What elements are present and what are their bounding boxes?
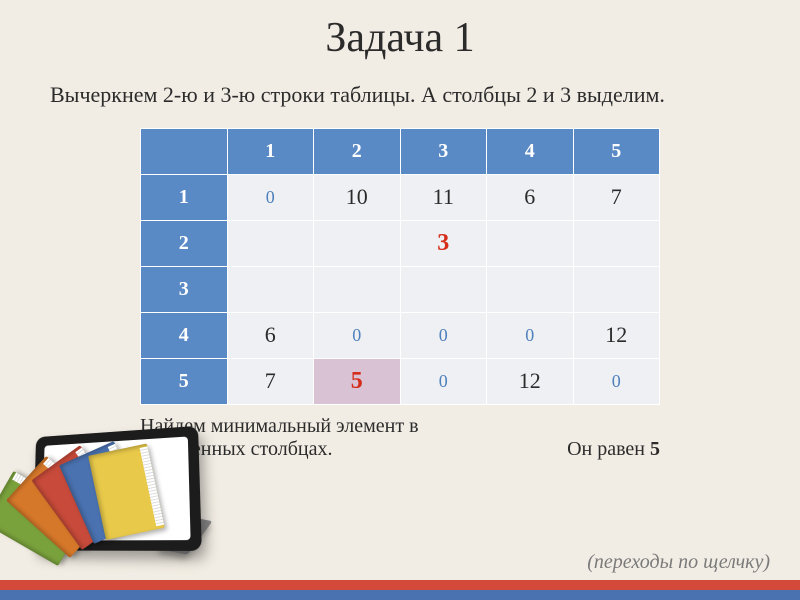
column-header: 3	[400, 128, 487, 174]
row-header: 1	[141, 174, 228, 220]
table-cell	[314, 220, 401, 266]
table-cell: 0	[487, 312, 574, 358]
tablet-books-illustration	[18, 420, 208, 570]
row-header: 5	[141, 358, 228, 404]
table-cell	[227, 220, 314, 266]
table-cell	[400, 266, 487, 312]
row-header: 4	[141, 312, 228, 358]
column-header: 5	[573, 128, 660, 174]
table-cell: 0	[573, 358, 660, 404]
table-cell	[573, 266, 660, 312]
table-corner	[141, 128, 228, 174]
decorative-bar-blue	[0, 590, 800, 600]
decorative-bar-red	[0, 580, 800, 590]
table-cell: 11	[400, 174, 487, 220]
table-cell: 5	[314, 358, 401, 404]
table-cell: 0	[227, 174, 314, 220]
column-header: 2	[314, 128, 401, 174]
column-header: 1	[227, 128, 314, 174]
table-cell: 12	[487, 358, 574, 404]
table-cell: 7	[227, 358, 314, 404]
table-cell: 7	[573, 174, 660, 220]
table-cell: 6	[227, 312, 314, 358]
row-header: 2	[141, 220, 228, 266]
table-cell: 6	[487, 174, 574, 220]
table-cell	[487, 220, 574, 266]
table-cell	[314, 266, 401, 312]
table-cell: 10	[314, 174, 401, 220]
page-title: Задача 1	[0, 0, 800, 62]
row-header: 3	[141, 266, 228, 312]
column-header: 4	[487, 128, 574, 174]
caption-block: Найдем минимальный элемент в выделенных …	[140, 415, 660, 461]
table-cell	[487, 266, 574, 312]
table-cell	[227, 266, 314, 312]
caption-answer-value: 5	[650, 438, 660, 460]
table-cell: 0	[400, 358, 487, 404]
table-cell	[573, 220, 660, 266]
matrix-table: 123451010116723346000125750120	[140, 128, 660, 405]
table-cell: 12	[573, 312, 660, 358]
table-cell: 0	[314, 312, 401, 358]
table-cell: 0	[400, 312, 487, 358]
subtitle-text: Вычеркнем 2-ю и 3-ю строки таблицы. А ст…	[0, 62, 800, 120]
table-cell: 3	[400, 220, 487, 266]
caption-answer: Он равен 5	[567, 438, 660, 461]
footer-hint: (переходы по щелчку)	[587, 551, 770, 574]
caption-answer-prefix: Он равен	[567, 438, 650, 460]
